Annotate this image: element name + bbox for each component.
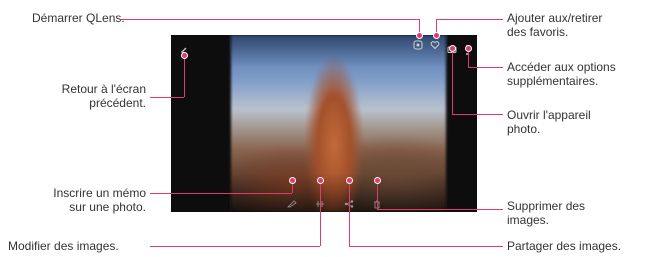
leader-edit — [150, 246, 320, 247]
leader-dot-edit — [317, 177, 324, 184]
leader-start-qlens — [120, 19, 419, 20]
leader-camera — [452, 114, 503, 115]
leader-dot-favorites — [433, 32, 440, 39]
qlens-icon[interactable] — [412, 39, 424, 51]
leader-camera-rise — [452, 48, 453, 114]
leader-more — [468, 67, 503, 68]
leader-back — [150, 97, 184, 98]
callout-write-memo: Inscrire un mémo sur une photo. — [53, 186, 146, 214]
leader-favorites — [436, 19, 503, 20]
leader-dot-delete — [374, 177, 381, 184]
leader-dot-start-qlens — [416, 32, 423, 39]
callout-add-remove-favorites: Ajouter aux/retirer des favoris. — [507, 11, 603, 39]
leader-dot-share — [346, 177, 353, 184]
leader-share-rise — [349, 180, 350, 246]
callout-back-previous: Retour à l'écran précédent. — [61, 82, 146, 110]
leader-dot-camera — [449, 45, 456, 52]
leader-dot-back — [181, 52, 188, 59]
heart-icon[interactable] — [429, 39, 441, 51]
pen-icon[interactable] — [286, 199, 298, 209]
leader-share — [349, 246, 503, 247]
callout-start-qlens: Démarrer QLens. — [32, 11, 125, 25]
leader-delete-rise — [377, 180, 378, 209]
callout-share-images: Partager des images. — [507, 239, 622, 253]
leader-dot-memo — [289, 177, 296, 184]
callout-edit-images: Modifier des images. — [8, 239, 119, 253]
leader-memo — [150, 193, 292, 194]
gallery-viewer-screen — [171, 35, 477, 212]
photo-overlay — [231, 35, 446, 212]
leader-delete — [377, 209, 503, 210]
leader-edit-rise — [320, 180, 321, 246]
callout-delete-images: Supprimer des images. — [507, 199, 586, 227]
callout-open-camera: Ouvrir l'appareil photo. — [507, 108, 591, 136]
leader-back-rise — [184, 55, 185, 97]
callout-more-options: Accéder aux options supplémentaires. — [507, 60, 616, 88]
leader-dot-more — [465, 45, 472, 52]
